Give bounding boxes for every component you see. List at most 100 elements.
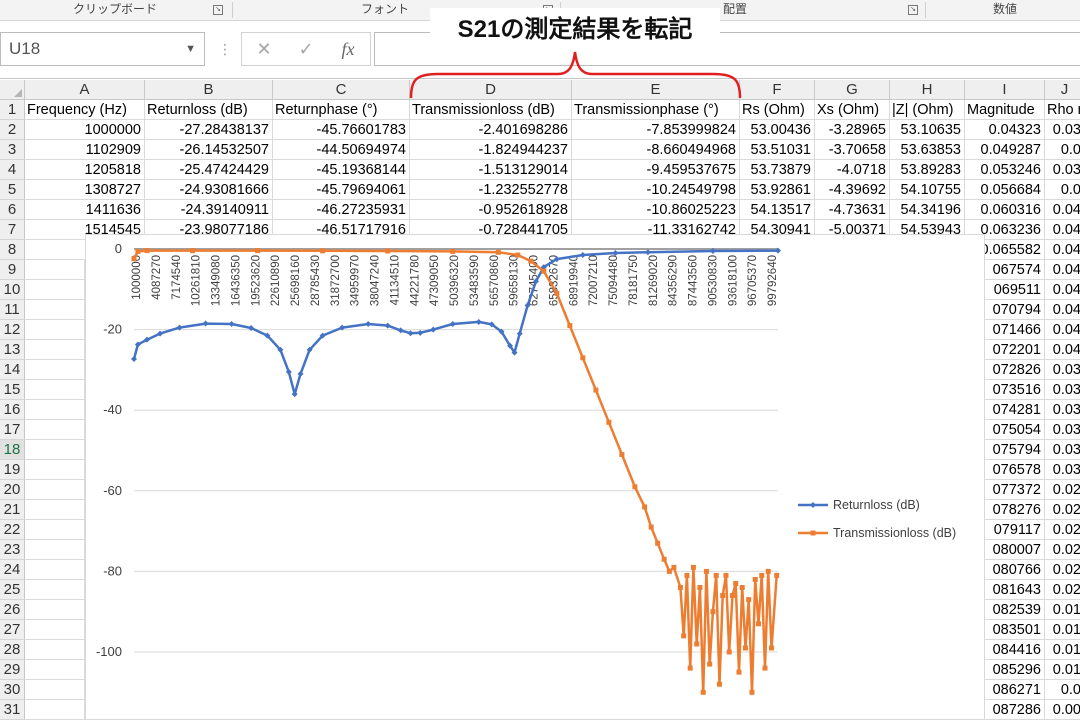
table-cell[interactable] [25,600,85,620]
table-cell[interactable]: -1.513129014 [410,160,572,180]
table-cell[interactable]: -8.660494968 [572,140,740,160]
table-cell[interactable]: -45.79694061 [273,180,410,200]
header-cell[interactable]: Rho m [1045,100,1080,120]
line-chart[interactable]: 0 -20 -40 -60 -80 -100 1000000 4087270 7174540 10… [85,234,985,720]
table-cell[interactable]: -0.952618928 [410,200,572,220]
table-cell[interactable] [25,560,85,580]
table-cell[interactable]: 0.04323 [965,120,1045,140]
table-cell[interactable]: 0.02 [1045,560,1080,580]
table-cell[interactable]: 0.02 [1045,580,1080,600]
table-cell[interactable] [25,460,85,480]
row-header-20[interactable]: 20 [0,480,25,500]
header-cell[interactable]: Magnitude [965,100,1045,120]
row-header-28[interactable]: 28 [0,640,25,660]
table-cell[interactable]: -3.70658 [815,140,890,160]
table-cell[interactable]: 53.00436 [740,120,815,140]
table-cell[interactable]: 0.04 [1045,340,1080,360]
table-cell[interactable]: 53.89283 [890,160,965,180]
table-cell[interactable]: 0.03 [1045,380,1080,400]
row-header-26[interactable]: 26 [0,600,25,620]
column-header-j[interactable]: J [1045,80,1080,100]
name-box[interactable]: U18 ▼ [0,32,205,66]
row-header-30[interactable]: 30 [0,680,25,700]
header-cell[interactable]: Frequency (Hz) [25,100,145,120]
table-cell[interactable]: 080766 [985,560,1045,580]
row-header-4[interactable]: 4 [0,160,25,180]
table-cell[interactable]: 0.02 [1045,540,1080,560]
table-cell[interactable]: 0.04 [1045,260,1080,280]
table-cell[interactable] [25,500,85,520]
row-header-24[interactable]: 24 [0,560,25,580]
row-header-8[interactable]: 8 [0,240,25,260]
row-header-25[interactable]: 25 [0,580,25,600]
table-cell[interactable] [25,360,85,380]
table-cell[interactable]: -44.50694974 [273,140,410,160]
table-cell[interactable]: 078276 [985,500,1045,520]
table-cell[interactable]: 0.01 [1045,620,1080,640]
table-cell[interactable]: 0.00 [1045,700,1080,720]
column-header-g[interactable]: G [815,80,890,100]
table-cell[interactable]: -25.47424429 [145,160,273,180]
table-cell[interactable]: 083501 [985,620,1045,640]
row-header-16[interactable]: 16 [0,400,25,420]
table-cell[interactable] [25,540,85,560]
row-header-6[interactable]: 6 [0,200,25,220]
header-cell[interactable]: Transmissionphase (°) [572,100,740,120]
row-header-1[interactable]: 1 [0,100,25,120]
table-cell[interactable]: 0.060316 [965,200,1045,220]
table-cell[interactable]: 086271 [985,680,1045,700]
table-cell[interactable]: 0.02 [1045,520,1080,540]
table-cell[interactable]: 072826 [985,360,1045,380]
row-header-10[interactable]: 10 [0,280,25,300]
row-header-27[interactable]: 27 [0,620,25,640]
table-cell[interactable]: 082539 [985,600,1045,620]
table-cell[interactable]: -26.14532507 [145,140,273,160]
table-cell[interactable]: 0.04 [1045,220,1080,240]
select-all-corner[interactable] [0,80,25,100]
table-cell[interactable]: 0.02 [1045,500,1080,520]
table-cell[interactable] [25,620,85,640]
table-cell[interactable]: -3.28965 [815,120,890,140]
table-cell[interactable] [25,580,85,600]
row-header-3[interactable]: 3 [0,140,25,160]
table-cell[interactable]: 0.03 [1045,440,1080,460]
column-header-b[interactable]: B [145,80,273,100]
chevron-down-icon[interactable]: ▼ [185,33,196,65]
table-cell[interactable] [25,340,85,360]
row-header-18[interactable]: 18 [0,440,25,460]
table-cell[interactable] [25,680,85,700]
table-cell[interactable]: 0.03 [1045,360,1080,380]
table-cell[interactable]: 0.03 [1045,400,1080,420]
row-header-5[interactable]: 5 [0,180,25,200]
row-header-11[interactable]: 11 [0,300,25,320]
table-cell[interactable]: -4.39692 [815,180,890,200]
row-header-22[interactable]: 22 [0,520,25,540]
table-cell[interactable] [25,700,85,720]
table-cell[interactable]: 075054 [985,420,1045,440]
insert-function-icon[interactable]: fx [328,33,368,67]
table-cell[interactable]: -9.459537675 [572,160,740,180]
table-cell[interactable]: 0.0 [1045,140,1080,160]
table-cell[interactable]: 54.10755 [890,180,965,200]
table-cell[interactable]: 0.01 [1045,640,1080,660]
table-cell[interactable]: 070794 [985,300,1045,320]
table-cell[interactable]: -1.824944237 [410,140,572,160]
table-cell[interactable] [25,280,85,300]
table-cell[interactable]: -45.76601783 [273,120,410,140]
table-cell[interactable]: 087286 [985,700,1045,720]
table-cell[interactable]: 0.04 [1045,200,1080,220]
table-cell[interactable] [25,440,85,460]
table-cell[interactable]: 1000000 [25,120,145,140]
table-cell[interactable]: 085296 [985,660,1045,680]
table-cell[interactable]: 072201 [985,340,1045,360]
table-cell[interactable]: 073516 [985,380,1045,400]
column-header-h[interactable]: H [890,80,965,100]
table-cell[interactable]: 077372 [985,480,1045,500]
table-cell[interactable]: 1102909 [25,140,145,160]
table-cell[interactable]: 0.03 [1045,420,1080,440]
row-header-29[interactable]: 29 [0,660,25,680]
row-header-23[interactable]: 23 [0,540,25,560]
row-header-12[interactable]: 12 [0,320,25,340]
row-header-2[interactable]: 2 [0,120,25,140]
table-cell[interactable]: 1411636 [25,200,145,220]
